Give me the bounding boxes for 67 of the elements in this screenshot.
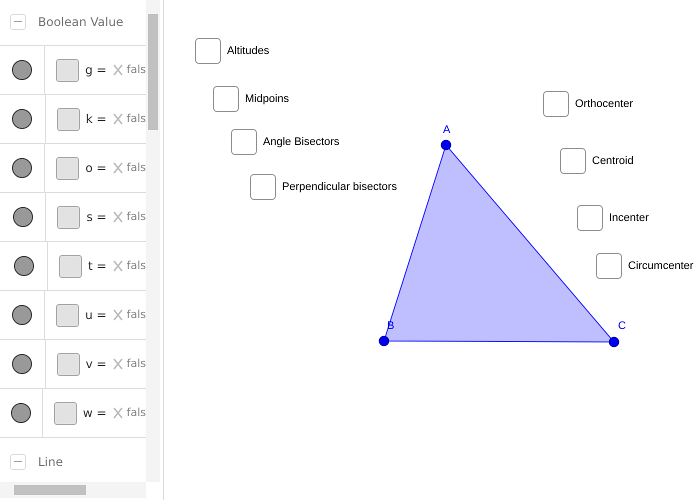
cross-icon[interactable] — [112, 309, 123, 321]
visibility-toggle[interactable] — [10, 403, 31, 423]
visibility-toggle[interactable] — [12, 305, 32, 325]
checkbox-label: Centroid — [592, 154, 634, 169]
cross-icon[interactable] — [112, 64, 123, 76]
variable-name: o = — [85, 160, 107, 177]
cross-icon[interactable] — [112, 113, 123, 125]
vertical-scrollbar[interactable] — [146, 0, 160, 482]
point[interactable] — [378, 336, 390, 346]
visibility-toggle[interactable] — [12, 354, 32, 374]
group-label: Line — [38, 454, 64, 470]
variable-name: v = — [86, 356, 107, 373]
variable-value: fals — [126, 306, 146, 323]
checkbox[interactable] — [59, 254, 82, 278]
visibility-toggle[interactable] — [12, 60, 32, 80]
visibility-toggle[interactable] — [12, 158, 32, 178]
cross-icon[interactable] — [112, 162, 123, 174]
variable-value: fals — [126, 356, 146, 372]
checkbox[interactable] — [577, 205, 603, 231]
point-label: C — [618, 321, 626, 332]
variable-value: fals — [126, 110, 146, 127]
checkbox[interactable] — [56, 156, 80, 180]
variable-name: g = — [85, 62, 107, 79]
cross-icon[interactable] — [112, 407, 123, 419]
variable-value: fals — [126, 208, 146, 225]
checkbox[interactable] — [195, 38, 221, 64]
variable-value: fals — [126, 258, 146, 274]
variable-name: u = — [85, 307, 107, 324]
checkbox-label: Altitudes — [227, 44, 270, 59]
variable-value: fals — [126, 160, 146, 176]
checkbox[interactable] — [56, 304, 80, 326]
checkbox[interactable] — [56, 352, 80, 376]
group-label: Boolean Value — [38, 14, 124, 30]
variable-name: s = — [86, 209, 107, 226]
cross-icon[interactable] — [112, 358, 123, 370]
variable-value: fals — [126, 404, 146, 421]
checkbox[interactable] — [231, 129, 257, 155]
visibility-toggle[interactable] — [12, 109, 32, 129]
checkbox-label: Angle Bisectors — [263, 134, 340, 150]
checkbox-label: Incenter — [609, 210, 649, 226]
point-label: A — [443, 125, 450, 136]
visibility-toggle[interactable] — [12, 207, 33, 227]
point[interactable] — [608, 336, 620, 348]
checkbox[interactable] — [54, 402, 77, 424]
checkbox-label: Midpoins — [245, 92, 290, 107]
variable-value: fals — [126, 62, 146, 78]
checkbox-label: Perpendicular bisectors — [282, 180, 397, 195]
checkbox[interactable] — [543, 91, 569, 117]
visibility-toggle[interactable] — [14, 256, 34, 276]
point[interactable] — [440, 140, 452, 150]
cross-icon[interactable] — [112, 260, 123, 272]
checkbox-label: Circumcenter — [628, 258, 694, 274]
collapse-icon[interactable] — [10, 14, 26, 30]
checkbox[interactable] — [213, 86, 239, 112]
checkbox[interactable] — [250, 174, 276, 200]
cross-icon[interactable] — [112, 211, 123, 223]
collapse-icon[interactable] — [10, 454, 26, 470]
checkbox-label: Orthocenter — [575, 96, 634, 112]
checkbox[interactable] — [56, 108, 80, 130]
variable-name: w = — [82, 405, 107, 422]
horizontal-scrollbar[interactable] — [0, 482, 146, 498]
checkbox[interactable] — [560, 148, 586, 174]
checkbox[interactable] — [596, 253, 622, 279]
variable-name: t = — [88, 258, 107, 275]
checkbox[interactable] — [56, 58, 80, 82]
checkbox[interactable] — [57, 206, 80, 228]
variable-name: k = — [86, 111, 107, 128]
